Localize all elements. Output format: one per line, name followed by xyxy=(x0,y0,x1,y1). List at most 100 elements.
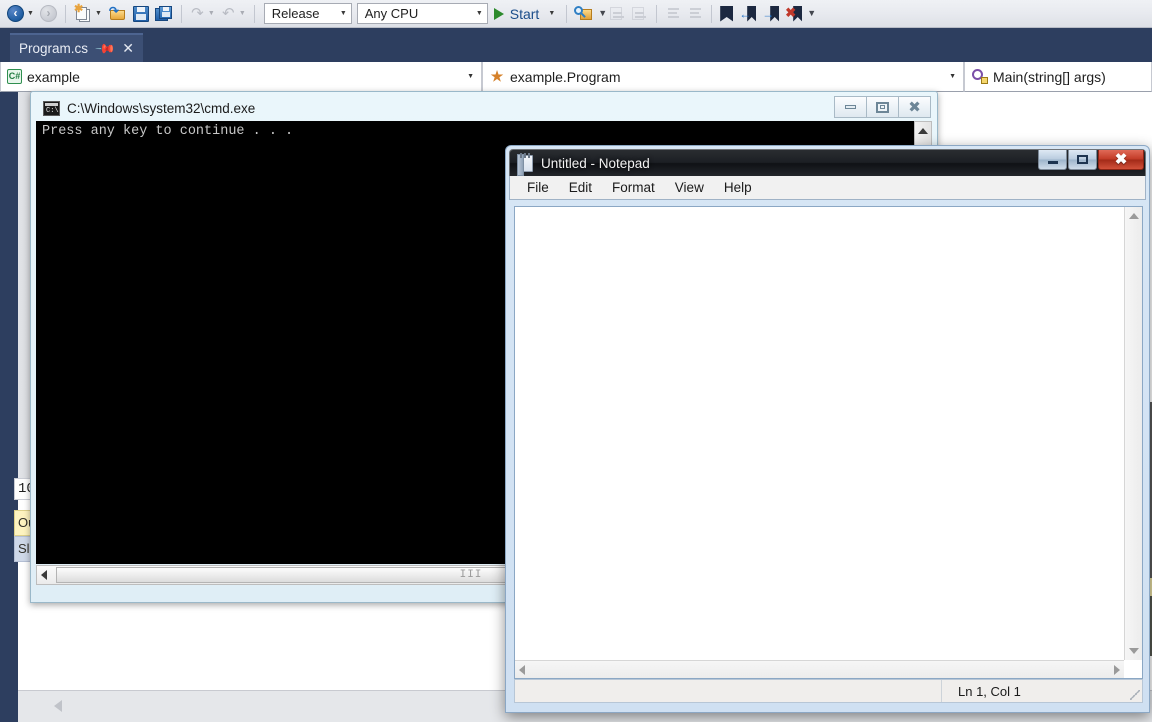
previous-bookmark-button[interactable]: ← xyxy=(736,2,759,26)
save-button[interactable] xyxy=(130,2,152,26)
open-file-button[interactable]: ↷ xyxy=(105,2,130,26)
chevron-down-icon: ▼ xyxy=(807,8,817,18)
console-icon: C:\ xyxy=(43,100,60,116)
undo-button[interactable]: ↷ ▼ xyxy=(187,2,218,26)
navbar-member-dropdown[interactable]: Main(string[] args) xyxy=(964,62,1152,92)
notepad-maximize-button[interactable] xyxy=(1068,150,1097,170)
status-bar-left-cell xyxy=(515,680,942,702)
solution-platform-value: Any CPU xyxy=(364,6,419,21)
navbar-project-dropdown[interactable]: C# example ▼ xyxy=(0,62,482,92)
pin-icon[interactable]: 📌 xyxy=(94,37,116,60)
notepad-vertical-scrollbar[interactable] xyxy=(1124,207,1142,660)
document-tab-program-cs[interactable]: Program.cs 📌 ✕ xyxy=(10,33,143,62)
cmd-title-label: C:\Windows\system32\cmd.exe xyxy=(67,100,256,116)
chevron-down-icon: ▼ xyxy=(467,73,474,80)
resize-grip-icon[interactable] xyxy=(1130,690,1140,700)
next-bookmark-button[interactable]: → xyxy=(759,2,782,26)
increase-indent-button[interactable] xyxy=(684,2,706,26)
notepad-status-bar: Ln 1, Col 1 xyxy=(514,679,1143,703)
navbar-project-label: example xyxy=(27,68,80,85)
chevron-down-icon[interactable]: ▼ xyxy=(27,10,34,17)
navigate-back-icon: ‹ xyxy=(7,5,24,22)
vs-toolbar: ‹ ▼ › ✱ ▼ ↷ ↷ ▼ ↶ ▼ Release ▼ Any CPU ▼ … xyxy=(0,0,1152,28)
save-icon xyxy=(132,5,149,22)
chevron-down-icon: ▼ xyxy=(598,8,608,18)
navbar-class-dropdown[interactable]: ★ example.Program ▼ xyxy=(482,62,964,92)
decrease-indent-button[interactable] xyxy=(662,2,684,26)
chevron-down-icon[interactable]: ▼ xyxy=(239,10,246,17)
scroll-left-icon[interactable] xyxy=(54,700,62,712)
scroll-right-icon[interactable] xyxy=(1114,664,1120,675)
notepad-minimize-button[interactable] xyxy=(1038,150,1067,170)
chevron-down-icon: ▼ xyxy=(475,10,483,17)
maximize-icon xyxy=(876,101,889,113)
menu-item-help[interactable]: Help xyxy=(715,178,761,197)
solution-platform-dropdown[interactable]: Any CPU ▼ xyxy=(356,3,488,24)
toolbar-overflow-button[interactable]: ▼ xyxy=(598,8,608,18)
toolbar-divider xyxy=(64,4,66,23)
play-icon xyxy=(493,7,504,20)
new-project-icon: ✱ xyxy=(74,3,92,23)
cmd-maximize-button[interactable] xyxy=(866,96,899,118)
redo-icon: ↶ xyxy=(222,5,235,22)
new-project-button[interactable]: ✱ ▼ xyxy=(71,2,105,26)
toolbar-divider xyxy=(566,4,568,23)
toolbar-overflow-button-2[interactable]: ▼ xyxy=(807,8,817,18)
class-icon: ★ xyxy=(490,68,504,84)
notepad-client-area xyxy=(514,206,1143,679)
maximize-icon xyxy=(1077,155,1088,164)
close-icon: ✖ xyxy=(908,99,921,116)
save-all-icon xyxy=(154,5,173,22)
navigate-forward-button[interactable]: › xyxy=(37,2,60,26)
chevron-down-icon[interactable]: ▼ xyxy=(95,10,102,17)
start-debug-button[interactable]: Start ▼ xyxy=(488,6,562,22)
notepad-text-area[interactable] xyxy=(515,207,1124,660)
menu-item-view[interactable]: View xyxy=(666,178,713,197)
cmd-window-buttons: ✖ xyxy=(834,96,931,118)
cmd-title-bar[interactable]: C:\ C:\Windows\system32\cmd.exe ✖ xyxy=(35,96,933,120)
comment-selection-icon xyxy=(610,6,626,21)
solution-configuration-dropdown[interactable]: Release ▼ xyxy=(263,3,352,24)
clear-bookmarks-icon: ✖ xyxy=(785,5,803,22)
menu-item-edit[interactable]: Edit xyxy=(560,178,601,197)
scrollbar-grip-icon: III xyxy=(459,569,483,581)
redo-button[interactable]: ↶ ▼ xyxy=(218,2,249,26)
save-all-button[interactable] xyxy=(152,2,176,26)
navigate-back-button[interactable]: ‹ ▼ xyxy=(4,2,37,26)
caret-position-label: Ln 1, Col 1 xyxy=(958,683,1021,699)
chevron-down-icon[interactable]: ▼ xyxy=(548,10,555,17)
scroll-left-icon[interactable] xyxy=(519,664,525,675)
toolbar-divider xyxy=(656,4,658,23)
scroll-down-icon[interactable] xyxy=(1129,648,1139,654)
menu-item-file[interactable]: File xyxy=(518,178,558,197)
find-in-files-button[interactable] xyxy=(572,2,596,26)
scroll-up-icon[interactable] xyxy=(918,128,928,134)
csharp-project-icon: C# xyxy=(7,69,22,84)
document-tab-strip: Program.cs 📌 ✕ xyxy=(0,28,1152,62)
scroll-left-icon[interactable] xyxy=(41,570,47,580)
cmd-minimize-button[interactable] xyxy=(834,96,867,118)
method-icon xyxy=(971,69,988,84)
navbar-member-label: Main(string[] args) xyxy=(993,68,1106,85)
scroll-up-icon[interactable] xyxy=(1129,213,1139,219)
toggle-bookmark-button[interactable] xyxy=(717,2,736,26)
notepad-icon xyxy=(517,152,533,176)
open-file-icon: ↷ xyxy=(108,5,127,22)
toolbar-divider xyxy=(180,4,182,23)
previous-bookmark-icon: ← xyxy=(739,5,757,22)
toolbar-divider xyxy=(711,4,713,23)
chevron-down-icon[interactable]: ▼ xyxy=(208,10,215,17)
notepad-title-bar[interactable]: Untitled - Notepad ✖ xyxy=(509,149,1146,176)
toolbar-divider xyxy=(253,4,255,23)
comment-selection-button[interactable] xyxy=(607,2,629,26)
uncomment-selection-icon xyxy=(632,6,648,21)
notepad-horizontal-scrollbar[interactable] xyxy=(515,660,1124,678)
notepad-window[interactable]: Untitled - Notepad ✖ File Edit Format Vi… xyxy=(505,145,1150,713)
notepad-close-button[interactable]: ✖ xyxy=(1098,150,1144,170)
notepad-window-buttons: ✖ xyxy=(1038,150,1144,170)
close-icon[interactable]: ✕ xyxy=(122,40,134,57)
cmd-close-button[interactable]: ✖ xyxy=(898,96,931,118)
menu-item-format[interactable]: Format xyxy=(603,178,664,197)
clear-bookmarks-button[interactable]: ✖ xyxy=(782,2,805,26)
uncomment-selection-button[interactable] xyxy=(629,2,651,26)
